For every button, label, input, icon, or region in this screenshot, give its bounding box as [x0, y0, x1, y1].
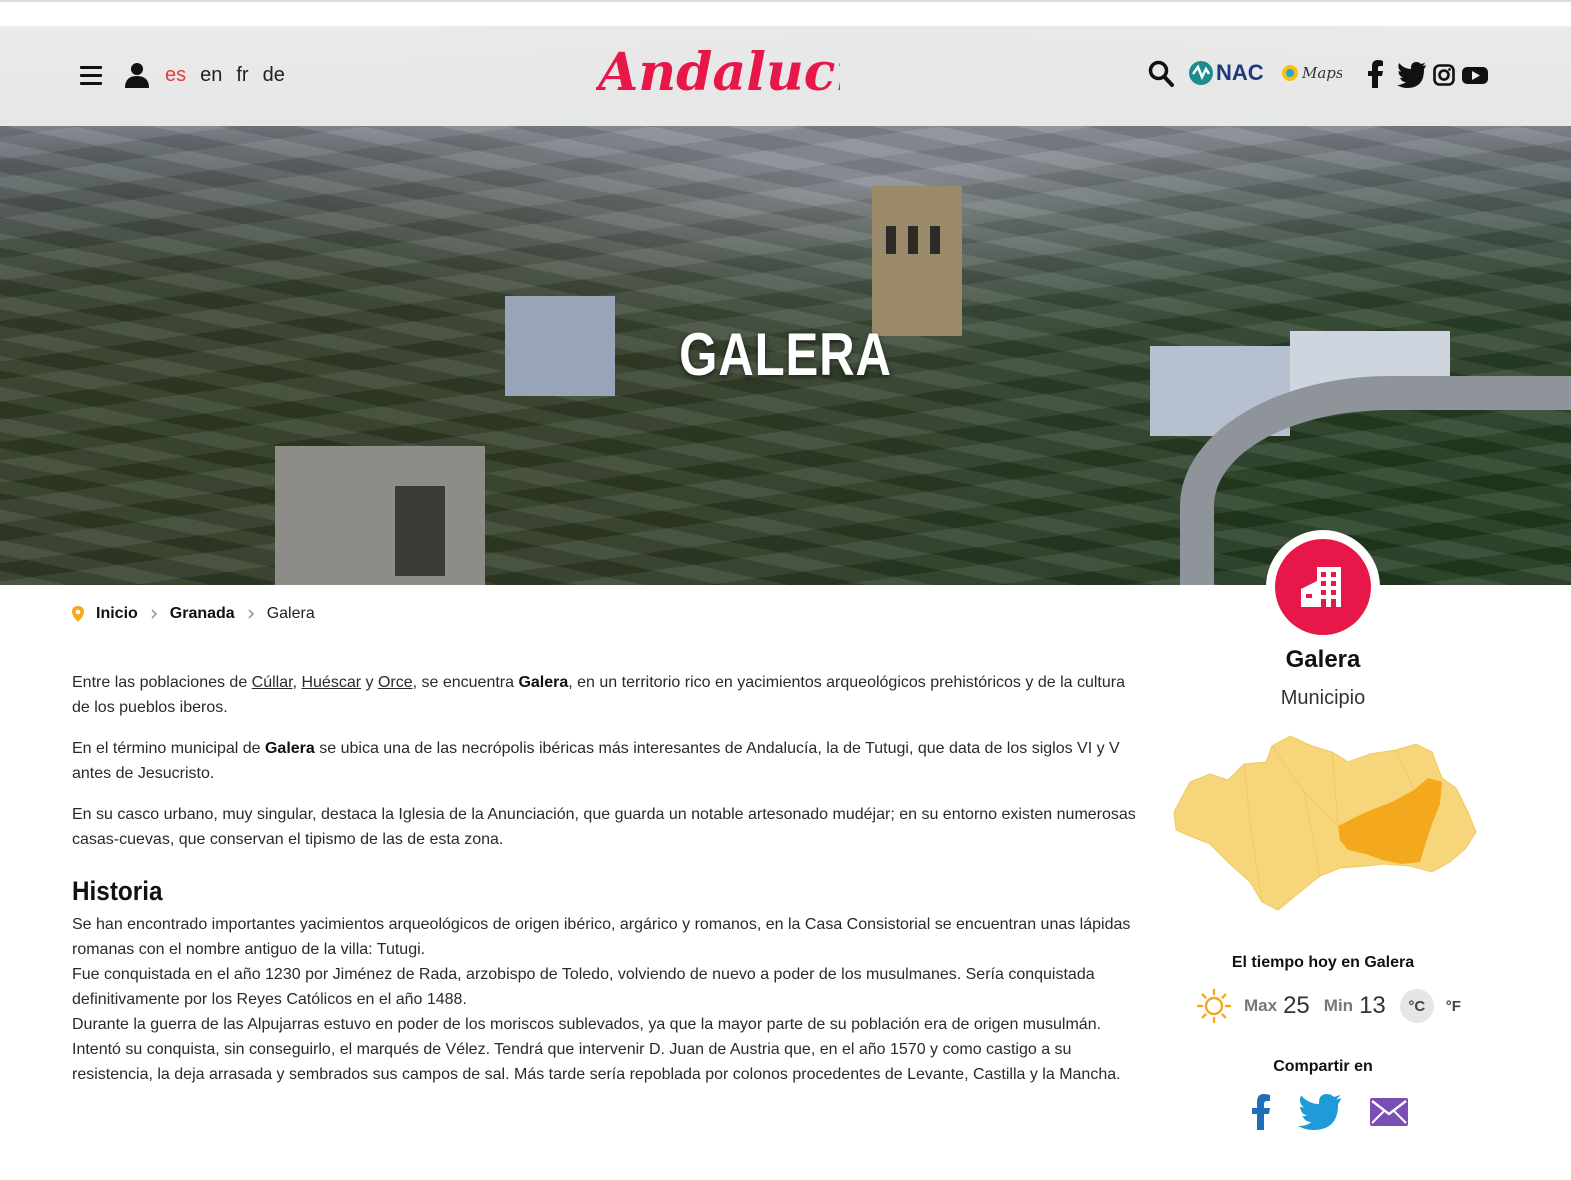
nac-logo[interactable]: NAC	[1188, 58, 1266, 88]
history-paragraph: Se han encontrado importantes yacimiento…	[72, 916, 1131, 958]
main-content: Entre las poblaciones de Cúllar, Huéscar…	[72, 670, 1147, 1087]
history-paragraph: Fue conquistada en el año 1230 por Jimén…	[72, 966, 1095, 1008]
min-value: 13	[1359, 992, 1386, 1019]
min-label: Min	[1323, 996, 1354, 1015]
sun-icon	[1196, 988, 1232, 1024]
link-orce[interactable]: Orce	[378, 674, 413, 691]
municipality-name: Galera	[1285, 646, 1361, 673]
lang-es[interactable]: es	[165, 64, 186, 87]
andalucia-logo[interactable]: Andalucía	[596, 34, 840, 104]
user-icon[interactable]	[124, 62, 150, 88]
urban-paragraph: En su casco urbano, muy singular, destac…	[72, 806, 1136, 848]
andalucia-map[interactable]	[1170, 732, 1480, 917]
youtube-icon[interactable]	[1462, 62, 1488, 88]
top-bar	[0, 0, 1571, 26]
intro-paragraph: Entre las poblaciones de Cúllar, Huéscar…	[72, 674, 1125, 716]
chevron-right-icon	[248, 609, 254, 619]
history-section: Se han encontrado importantes yacimiento…	[72, 912, 1147, 1087]
share-email-icon[interactable]	[1370, 1098, 1408, 1126]
share-title: Compartir en	[1273, 1058, 1373, 1075]
search-icon[interactable]	[1148, 60, 1174, 88]
page-title: GALERA	[679, 321, 892, 388]
link-huescar[interactable]: Huéscar	[301, 674, 361, 691]
fahrenheit-toggle[interactable]: °F	[1446, 998, 1461, 1015]
location-pin-icon	[72, 606, 84, 622]
breadcrumb-item-current: Galera	[266, 605, 315, 622]
celsius-toggle[interactable]: °C	[1399, 989, 1434, 1023]
instagram-icon[interactable]	[1433, 62, 1455, 88]
building-icon	[1301, 567, 1341, 607]
svg-text:NAC: NAC	[1216, 60, 1264, 85]
weather-title: El tiempo hoy en Galera	[1231, 954, 1415, 971]
max-value: 25	[1283, 992, 1310, 1019]
lang-en[interactable]: en	[200, 64, 222, 87]
lang-fr[interactable]: fr	[236, 64, 248, 87]
logo-text: Andalucía	[596, 42, 840, 103]
municipality-badge	[1266, 530, 1380, 644]
lang-de[interactable]: de	[263, 64, 285, 87]
twitter-icon[interactable]	[1397, 62, 1427, 88]
facebook-icon[interactable]	[1366, 60, 1384, 88]
history-heading: Historia	[72, 876, 163, 906]
breadcrumb-item-inicio[interactable]: Inicio	[96, 605, 138, 623]
link-cullar[interactable]: Cúllar	[252, 674, 293, 691]
breadcrumb-item-granada[interactable]: Granada	[170, 605, 235, 623]
hero-church-tower	[872, 186, 962, 336]
breadcrumb: Inicio Granada Galera	[72, 605, 315, 623]
menu-icon[interactable]	[80, 66, 102, 86]
max-label: Max	[1244, 996, 1278, 1015]
chevron-right-icon	[151, 609, 157, 619]
necropolis-paragraph: En el término municipal de Galera se ubi…	[72, 740, 1120, 782]
share-facebook-icon[interactable]	[1250, 1094, 1272, 1130]
weather-widget: Max 25 Min 13 °C °F	[1196, 986, 1461, 1026]
share-twitter-icon[interactable]	[1298, 1094, 1342, 1130]
hero-ruin	[275, 446, 485, 585]
maps-logo[interactable]: Maps	[1280, 58, 1342, 88]
history-paragraph: Durante la guerra de las Alpujarras estu…	[72, 1016, 1121, 1083]
municipality-type: Municipio	[1280, 687, 1366, 709]
svg-text:Maps: Maps	[1301, 64, 1342, 82]
language-switcher: es en fr de	[165, 64, 285, 87]
